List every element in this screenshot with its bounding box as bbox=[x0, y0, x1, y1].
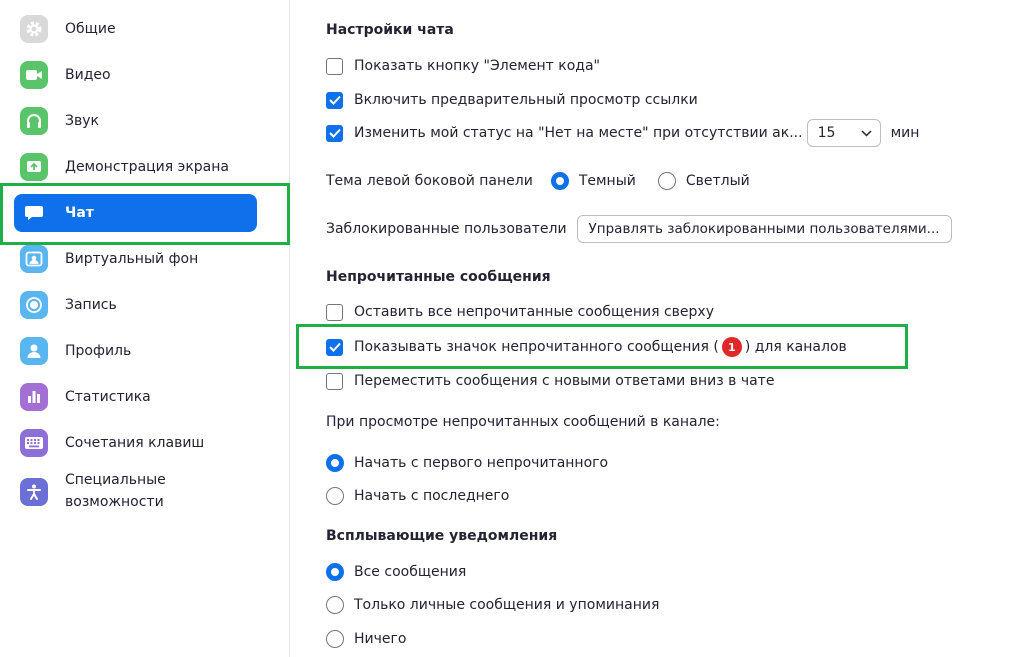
sidebar-item-recording[interactable]: Запись bbox=[14, 286, 257, 324]
option-show-unread-badge[interactable]: Показывать значок непрочитанного сообщен… bbox=[326, 336, 847, 358]
sidebar-item-virtual-background[interactable]: Виртуальный фон bbox=[14, 240, 257, 278]
sidebar-item-general[interactable]: Общие bbox=[14, 10, 257, 48]
option-label: Переместить сообщения с новыми ответами … bbox=[354, 373, 775, 389]
chat-bubble-icon bbox=[20, 199, 48, 227]
check-icon bbox=[328, 342, 341, 352]
select-value: 15 bbox=[817, 125, 836, 141]
radio-selected[interactable] bbox=[326, 563, 344, 581]
option-popups-private[interactable]: Только личные сообщения и упоминания bbox=[326, 594, 659, 616]
option-label: Показывать значок непрочитанного сообщен… bbox=[354, 339, 719, 355]
option-show-code-snippet[interactable]: Показать кнопку "Элемент кода" bbox=[326, 55, 600, 77]
sidebar-item-chat[interactable]: Чат bbox=[14, 194, 257, 232]
radio-label: Светлый bbox=[685, 173, 750, 189]
sidebar-item-label: Запись bbox=[65, 297, 117, 313]
radio-theme-light[interactable] bbox=[657, 172, 676, 190]
section-title-popups: Всплывающие уведомления bbox=[326, 528, 558, 544]
option-away-status[interactable]: Изменить мой статус на "Нет на месте" пр… bbox=[326, 119, 920, 147]
option-keep-unread-on-top[interactable]: Оставить все непрочитанные сообщения све… bbox=[326, 301, 714, 323]
checkbox-unchecked[interactable] bbox=[326, 57, 343, 75]
option-label: ) для каналов bbox=[744, 339, 847, 355]
checkbox-checked[interactable] bbox=[326, 338, 343, 356]
sidebar-item-video[interactable]: Видео bbox=[14, 56, 257, 94]
sidebar-item-screen-share[interactable]: Демонстрация экрана bbox=[14, 148, 257, 186]
sidebar-item-label: Виртуальный фон bbox=[65, 251, 199, 267]
section-title-chat-settings: Настройки чата bbox=[326, 22, 454, 38]
unread-badge: 1 bbox=[721, 337, 742, 357]
sidebar-item-label: Специальные возможности bbox=[65, 472, 166, 510]
option-label: Заблокированные пользователи bbox=[326, 221, 567, 237]
sidebar-item-label: Статистика bbox=[65, 389, 151, 405]
option-blocked-users: Заблокированные пользователи Управлять з… bbox=[326, 215, 952, 243]
option-popups-all[interactable]: Все сообщения bbox=[326, 561, 466, 583]
chevron-down-icon bbox=[861, 129, 872, 137]
option-label: Тема левой боковой панели bbox=[326, 173, 533, 189]
radio-label: Темный bbox=[578, 173, 636, 189]
option-start-last[interactable]: Начать с последнего bbox=[326, 485, 509, 507]
option-label: Изменить мой статус на "Нет на месте" пр… bbox=[354, 125, 803, 141]
radio-theme-dark[interactable] bbox=[550, 172, 569, 190]
sidebar-item-label: Видео bbox=[65, 67, 111, 83]
headphones-icon bbox=[20, 107, 48, 135]
sidebar-item-profile[interactable]: Профиль bbox=[14, 332, 257, 370]
checkbox-checked[interactable] bbox=[326, 124, 343, 142]
option-label: Включить предварительный просмотр ссылки bbox=[354, 92, 698, 108]
option-label: Показать кнопку "Элемент кода" bbox=[354, 58, 600, 74]
unread-viewing-label: При просмотре непрочитанных сообщений в … bbox=[326, 414, 720, 430]
sidebar-item-label: Звук bbox=[65, 113, 99, 129]
settings-content: Настройки чата Показать кнопку "Элемент … bbox=[290, 0, 1033, 657]
check-icon bbox=[328, 95, 341, 105]
sidebar-item-statistics[interactable]: Статистика bbox=[14, 378, 257, 416]
radio-unselected[interactable] bbox=[326, 596, 344, 614]
radio-label: Начать с первого непрочитанного bbox=[354, 455, 609, 471]
checkbox-unchecked[interactable] bbox=[326, 372, 343, 390]
share-screen-icon bbox=[20, 153, 48, 181]
radio-unselected[interactable] bbox=[326, 487, 344, 505]
option-start-first-unread[interactable]: Начать с первого непрочитанного bbox=[326, 452, 608, 474]
sidebar-item-label: Демонстрация экрана bbox=[65, 159, 229, 175]
sidebar-item-label: Профиль bbox=[65, 343, 132, 359]
radio-label: Ничего bbox=[354, 631, 407, 647]
sidebar-item-label: Сочетания клавиш bbox=[65, 435, 205, 451]
virtual-background-icon bbox=[20, 245, 48, 273]
radio-label: Все сообщения bbox=[354, 564, 467, 580]
option-link-preview[interactable]: Включить предварительный просмотр ссылки bbox=[326, 89, 698, 111]
statistics-icon bbox=[20, 383, 48, 411]
video-camera-icon bbox=[20, 61, 48, 89]
keyboard-icon bbox=[20, 429, 48, 457]
checkbox-unchecked[interactable] bbox=[326, 303, 343, 321]
sidebar-item-label: Чат bbox=[65, 205, 94, 221]
option-label: Оставить все непрочитанные сообщения све… bbox=[354, 304, 714, 320]
section-title-unread: Непрочитанные сообщения bbox=[326, 269, 551, 285]
record-icon bbox=[20, 291, 48, 319]
profile-icon bbox=[20, 337, 48, 365]
check-icon bbox=[328, 128, 341, 138]
checkbox-checked[interactable] bbox=[326, 91, 343, 109]
away-minutes-select[interactable]: 15 bbox=[806, 119, 881, 147]
option-sidebar-theme: Тема левой боковой панели Темный Светлый bbox=[326, 170, 750, 192]
settings-sidebar: Общие Видео Звук Демонстрация экрана Чат… bbox=[0, 0, 290, 657]
manage-blocked-users-button[interactable]: Управлять заблокированными пользователям… bbox=[576, 215, 952, 243]
minutes-unit-label: мин bbox=[890, 125, 920, 141]
gear-icon bbox=[20, 15, 48, 43]
radio-selected[interactable] bbox=[326, 454, 344, 472]
sidebar-item-keyboard-shortcuts[interactable]: Сочетания клавиш bbox=[14, 424, 257, 462]
sidebar-item-audio[interactable]: Звук bbox=[14, 102, 257, 140]
option-popups-none[interactable]: Ничего bbox=[326, 628, 406, 650]
option-move-replies-down[interactable]: Переместить сообщения с новыми ответами … bbox=[326, 370, 774, 392]
radio-label: Начать с последнего bbox=[354, 488, 510, 504]
sidebar-item-label: Общие bbox=[65, 21, 116, 37]
sidebar-item-accessibility[interactable]: Специальные возможности bbox=[14, 468, 257, 516]
radio-unselected[interactable] bbox=[326, 630, 344, 648]
accessibility-icon bbox=[20, 478, 48, 506]
radio-label: Только личные сообщения и упоминания bbox=[354, 597, 660, 613]
